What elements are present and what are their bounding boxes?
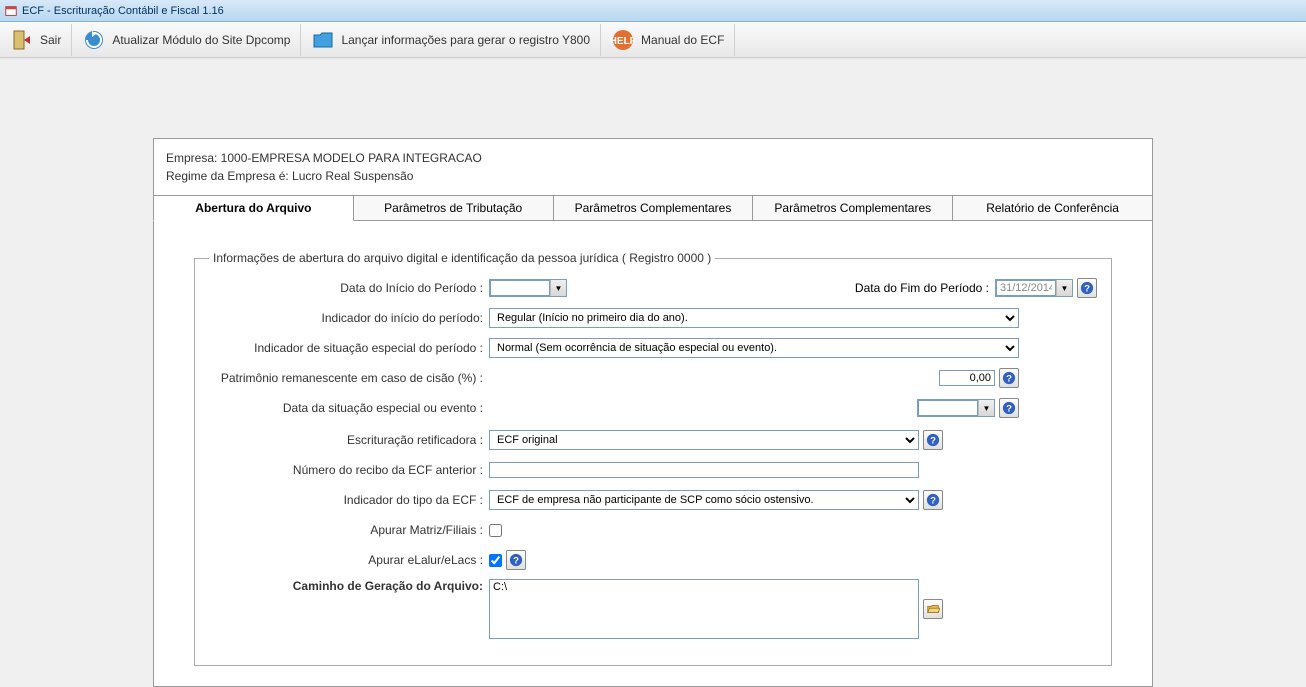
help-button-datas[interactable]: ? [1077, 278, 1097, 298]
help-button-elalur[interactable]: ? [506, 550, 526, 570]
label-num-recibo: Número do recibo da ECF anterior : [209, 463, 489, 477]
help-button-ind-tipo[interactable]: ? [923, 490, 943, 510]
tab-body: Informações de abertura do arquivo digit… [153, 221, 1153, 687]
data-situacao-input[interactable] [918, 400, 978, 416]
atualizar-button[interactable]: Atualizar Módulo do Site Dpcomp [72, 24, 301, 56]
exit-icon [10, 28, 34, 52]
empresa-info-panel: Empresa: 1000-EMPRESA MODELO PARA INTEGR… [153, 138, 1153, 196]
atualizar-label: Atualizar Módulo do Site Dpcomp [112, 33, 290, 47]
refresh-icon [82, 28, 106, 52]
label-ind-situacao: Indicador de situação especial do períod… [209, 341, 489, 355]
help-icon: HELP [611, 28, 635, 52]
main-toolbar: Sair Atualizar Módulo do Site Dpcomp Lan… [0, 22, 1306, 58]
tab-parametros-tributacao[interactable]: Parâmetros de Tributação [354, 195, 554, 221]
escrituracao-select[interactable]: ECF original [489, 430, 919, 450]
help-button-patrimonio[interactable]: ? [999, 368, 1019, 388]
chevron-down-icon[interactable]: ▼ [1056, 280, 1072, 296]
label-data-inicio: Data do Início do Período : [209, 281, 489, 295]
data-inicio-datepicker[interactable]: ▼ [489, 279, 567, 297]
label-ind-tipo: Indicador do tipo da ECF : [209, 493, 489, 507]
num-recibo-input[interactable] [489, 462, 919, 478]
browse-folder-button[interactable] [923, 599, 943, 619]
data-situacao-datepicker[interactable]: ▼ [917, 399, 995, 417]
app-icon [4, 4, 18, 18]
help-button-escrituracao[interactable]: ? [923, 430, 943, 450]
apurar-matriz-checkbox[interactable] [489, 524, 502, 537]
lancar-button[interactable]: Lançar informações para gerar o registro… [301, 24, 601, 56]
ind-tipo-select[interactable]: ECF de empresa não participante de SCP c… [489, 490, 919, 510]
label-escrituracao: Escrituração retificadora : [209, 433, 489, 447]
fieldset-legend: Informações de abertura do arquivo digit… [209, 251, 715, 265]
label-ind-inicio: Indicador do início do período: [209, 311, 489, 325]
data-fim-datepicker[interactable]: ▼ [995, 279, 1073, 297]
label-apurar-matriz: Apurar Matriz/Filiais : [209, 523, 489, 537]
svg-text:HELP: HELP [611, 36, 635, 47]
svg-text:?: ? [930, 496, 936, 507]
tab-abertura[interactable]: Abertura do Arquivo [153, 195, 354, 221]
label-patrimonio: Patrimônio remanescente em caso de cisão… [209, 371, 489, 385]
lancar-label: Lançar informações para gerar o registro… [341, 33, 590, 47]
tab-relatorio-conferencia[interactable]: Relatório de Conferência [953, 195, 1153, 221]
registro-0000-fieldset: Informações de abertura do arquivo digit… [194, 251, 1112, 666]
folder-icon [311, 28, 335, 52]
tab-strip: Abertura do Arquivo Parâmetros de Tribut… [153, 195, 1153, 221]
window-title: ECF - Escrituração Contábil e Fiscal 1.1… [22, 5, 224, 17]
label-apurar-elalur: Apurar eLalur/eLacs : [209, 553, 489, 567]
label-data-fim: Data do Fim do Período : [855, 281, 995, 295]
svg-text:?: ? [513, 556, 519, 567]
svg-text:?: ? [930, 436, 936, 447]
sair-label: Sair [40, 33, 61, 47]
tab-parametros-complementares-2[interactable]: Parâmetros Complementares [753, 195, 953, 221]
label-data-situacao: Data da situação especial ou evento : [209, 401, 489, 415]
patrimonio-input[interactable] [939, 370, 995, 386]
svg-text:?: ? [1084, 284, 1090, 295]
data-inicio-input[interactable] [490, 280, 550, 296]
sair-button[interactable]: Sair [0, 24, 72, 56]
tab-parametros-complementares-1[interactable]: Parâmetros Complementares [554, 195, 754, 221]
help-button-data-situacao[interactable]: ? [999, 398, 1019, 418]
apurar-elalur-checkbox[interactable] [489, 554, 502, 567]
svg-text:?: ? [1006, 374, 1012, 385]
ind-inicio-select[interactable]: Regular (Início no primeiro dia do ano). [489, 308, 1019, 328]
regime-text: Regime da Empresa é: Lucro Real Suspensã… [166, 167, 1140, 185]
manual-label: Manual do ECF [641, 33, 724, 47]
label-caminho: Caminho de Geração do Arquivo: [209, 579, 489, 593]
ind-situacao-select[interactable]: Normal (Sem ocorrência de situação espec… [489, 338, 1019, 358]
svg-text:?: ? [1006, 404, 1012, 415]
chevron-down-icon[interactable]: ▼ [550, 280, 566, 296]
chevron-down-icon[interactable]: ▼ [978, 400, 994, 416]
manual-button[interactable]: HELP Manual do ECF [601, 24, 735, 56]
window-titlebar: ECF - Escrituração Contábil e Fiscal 1.1… [0, 0, 1306, 22]
data-fim-input[interactable] [996, 280, 1056, 296]
caminho-textarea[interactable]: C:\ [489, 579, 919, 639]
empresa-text: Empresa: 1000-EMPRESA MODELO PARA INTEGR… [166, 149, 1140, 167]
